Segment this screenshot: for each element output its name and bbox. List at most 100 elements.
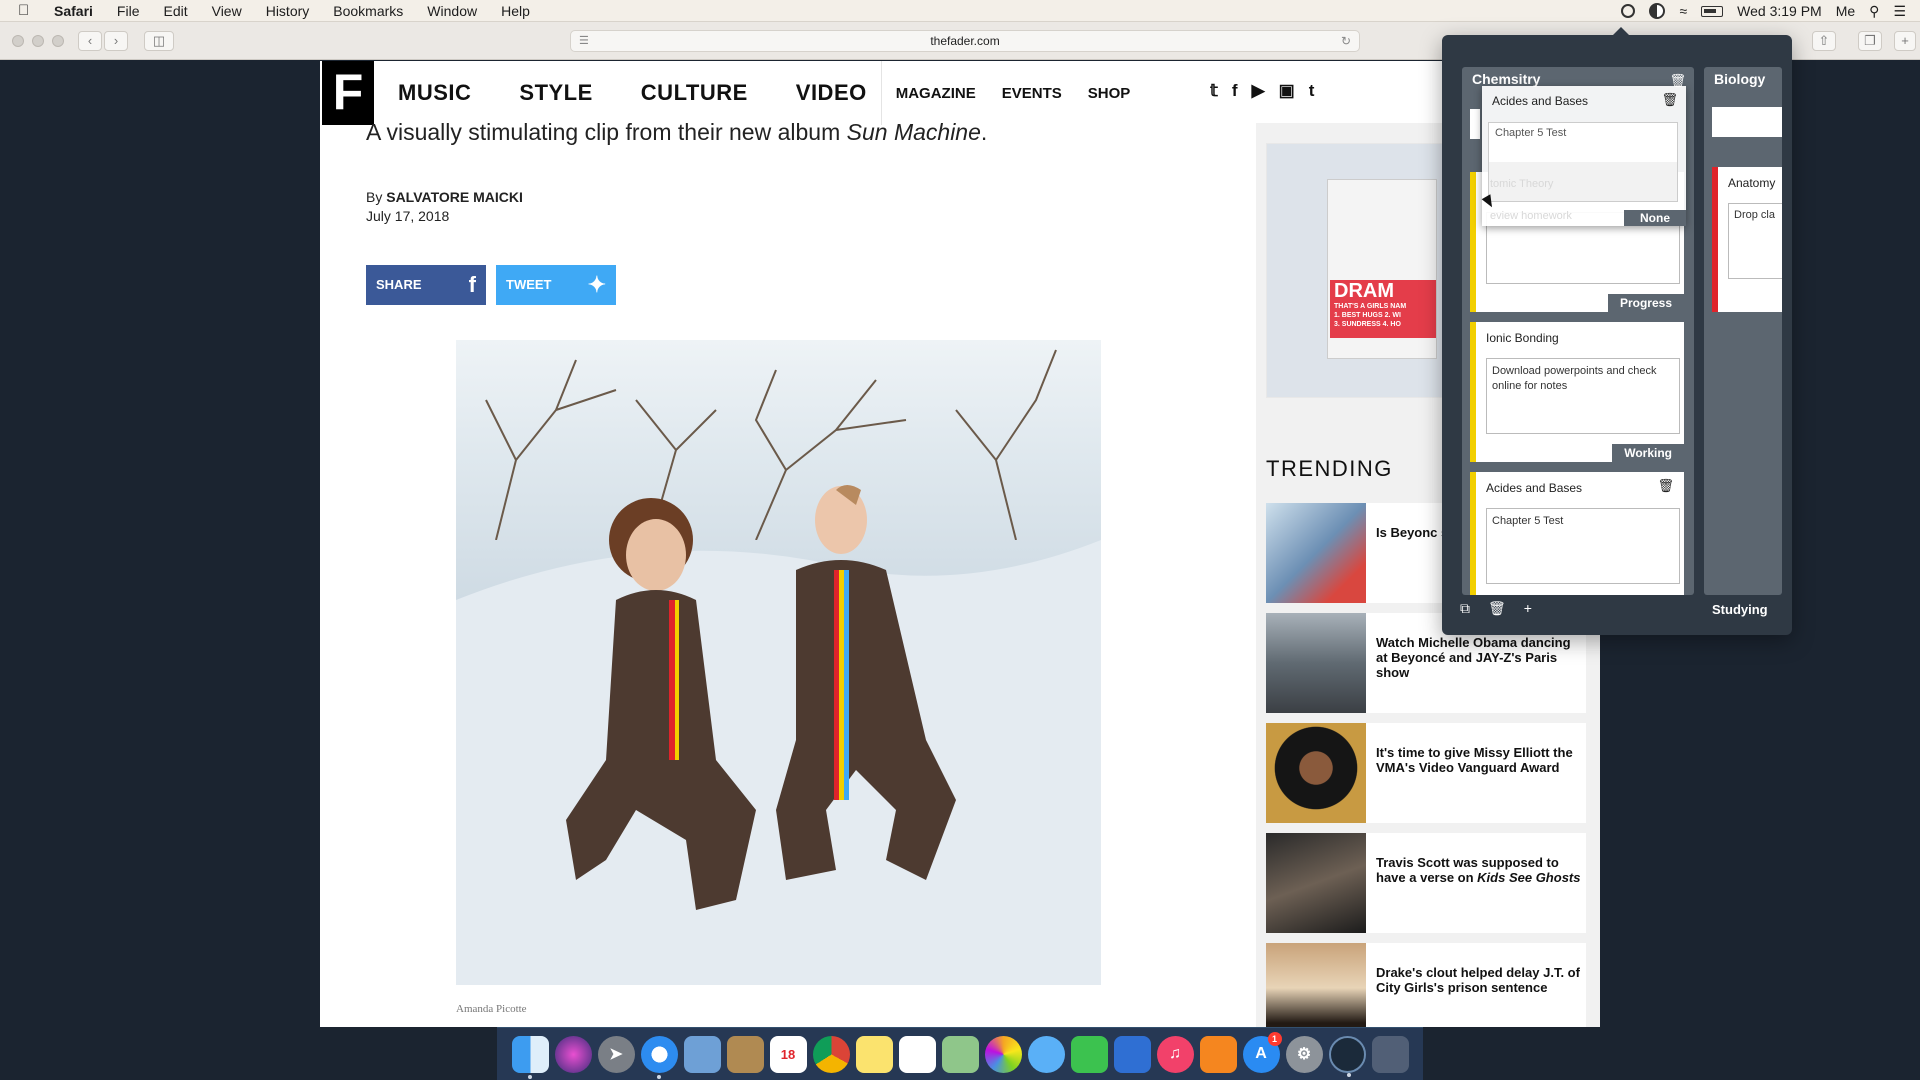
- siri-icon[interactable]: [554, 1035, 592, 1073]
- ad-label: DRAM THAT'S A GIRLS NAM 1. BEST HUGS 2. …: [1330, 280, 1436, 338]
- card-notes[interactable]: Drop cla: [1728, 203, 1782, 279]
- itunes-icon[interactable]: ♫: [1156, 1035, 1194, 1073]
- trash-icon[interactable]: 🗑: [1657, 478, 1674, 494]
- twitter-bird-icon: ✦: [587, 272, 606, 297]
- menu-help[interactable]: Help: [501, 3, 530, 19]
- menu-bookmarks[interactable]: Bookmarks: [333, 3, 403, 19]
- article-deck: A visually stimulating clip from their n…: [366, 119, 987, 146]
- notification-center-icon[interactable]: ☰: [1893, 3, 1906, 20]
- messages-icon[interactable]: [1027, 1035, 1065, 1073]
- card-stub: [1470, 109, 1480, 139]
- status-button[interactable]: None: [1624, 210, 1686, 226]
- photos-icon[interactable]: [984, 1035, 1022, 1073]
- card-notes[interactable]: Download powerpoints and check online fo…: [1486, 358, 1680, 434]
- tabs-overview-icon[interactable]: ❐: [1858, 31, 1882, 51]
- finder-icon[interactable]: [511, 1035, 549, 1079]
- notes-icon[interactable]: [855, 1035, 893, 1073]
- reader-icon[interactable]: ☰: [579, 31, 589, 51]
- trending-item[interactable]: It's time to give Missy Elliott the VMA'…: [1266, 723, 1586, 823]
- task-card[interactable]: Anatomy Drop cla: [1712, 167, 1782, 312]
- maps-icon[interactable]: [941, 1035, 979, 1073]
- site-logo[interactable]: F: [322, 61, 374, 125]
- record-icon[interactable]: [1621, 4, 1636, 18]
- menu-history[interactable]: History: [266, 3, 310, 19]
- user-menu[interactable]: Me: [1836, 3, 1855, 19]
- menu-view[interactable]: View: [212, 3, 242, 19]
- ibooks-icon[interactable]: [1199, 1035, 1237, 1073]
- card-title[interactable]: Ionic Bonding: [1486, 331, 1559, 345]
- nav-style[interactable]: STYLE: [519, 80, 592, 106]
- nav-shop[interactable]: SHOP: [1088, 85, 1131, 102]
- task-card[interactable]: Ionic Bonding Download powerpoints and c…: [1470, 322, 1684, 462]
- nav-culture[interactable]: CULTURE: [641, 80, 748, 106]
- trash-icon[interactable]: [1371, 1035, 1409, 1073]
- nav-music[interactable]: MUSIC: [398, 80, 471, 106]
- numbers-icon[interactable]: [1113, 1035, 1151, 1073]
- new-tab-button[interactable]: +: [1894, 31, 1916, 51]
- nav-video[interactable]: VIDEO: [796, 80, 867, 106]
- tumblr-icon[interactable]: t: [1309, 81, 1315, 101]
- reload-icon[interactable]: ↻: [1341, 31, 1351, 51]
- detach-icon[interactable]: ⧉: [1460, 600, 1470, 617]
- wifi-icon[interactable]: ≈: [1679, 3, 1687, 19]
- trending-item[interactable]: Drake's clout helped delay J.T. of City …: [1266, 943, 1586, 1027]
- preview-icon[interactable]: [683, 1035, 721, 1073]
- dragged-card[interactable]: Acides and Bases 🗑 Chapter 5 Test tomic …: [1482, 86, 1686, 226]
- footer-label[interactable]: Studying: [1712, 602, 1768, 617]
- app-store-icon[interactable]: A1: [1242, 1031, 1282, 1073]
- system-preferences-icon[interactable]: ⚙: [1285, 1035, 1323, 1073]
- clock[interactable]: Wed 3:19 PM: [1737, 3, 1822, 19]
- column-title[interactable]: Chemsitry: [1472, 71, 1540, 87]
- status-button[interactable]: Working: [1612, 444, 1684, 462]
- notefile-icon[interactable]: [726, 1035, 764, 1073]
- card-notes[interactable]: Chapter 5 Test: [1486, 508, 1680, 584]
- add-icon[interactable]: +: [1524, 600, 1532, 617]
- quicktime-icon[interactable]: [1328, 1035, 1366, 1077]
- forward-button[interactable]: ›: [104, 31, 128, 51]
- zoom-window-button[interactable]: [52, 35, 64, 47]
- menu-window[interactable]: Window: [427, 3, 477, 19]
- minimize-window-button[interactable]: [32, 35, 44, 47]
- menu-safari[interactable]: Safari: [54, 3, 93, 19]
- menu-file[interactable]: File: [117, 3, 140, 19]
- back-button[interactable]: ‹: [78, 31, 102, 51]
- planner-menu-icon[interactable]: [1649, 3, 1666, 19]
- trash-icon[interactable]: 🗑: [1661, 92, 1678, 108]
- card-title[interactable]: Anatomy: [1728, 176, 1775, 190]
- twitter-share-button[interactable]: TWEET ✦: [496, 265, 616, 305]
- trending-headline: Travis Scott was supposed to have a vers…: [1376, 855, 1581, 885]
- chrome-icon[interactable]: [812, 1035, 850, 1073]
- status-button[interactable]: Progress: [1607, 294, 1684, 312]
- author-link[interactable]: SALVATORE MAICKI: [386, 189, 523, 205]
- facetime-icon[interactable]: [1070, 1035, 1108, 1073]
- close-window-button[interactable]: [12, 35, 24, 47]
- nav-events[interactable]: EVENTS: [1002, 85, 1062, 102]
- column-title[interactable]: Biology: [1714, 71, 1765, 87]
- launchpad-icon[interactable]: ➤: [597, 1035, 635, 1073]
- twitter-icon[interactable]: 𝕥: [1210, 81, 1218, 101]
- menu-edit[interactable]: Edit: [163, 3, 187, 19]
- reminders-icon[interactable]: [898, 1035, 936, 1073]
- safari-icon[interactable]: [640, 1035, 678, 1079]
- photo-figures: [456, 485, 1101, 985]
- instagram-icon[interactable]: ▣: [1279, 81, 1295, 101]
- facebook-icon[interactable]: f: [1232, 81, 1238, 101]
- facebook-share-button[interactable]: SHARE f: [366, 265, 486, 305]
- ad-line-1: 1. BEST HUGS 2. WI: [1334, 312, 1401, 319]
- trending-headline: Watch Michelle Obama dancing at Beyoncé …: [1376, 635, 1571, 680]
- spotlight-icon[interactable]: ⚲: [1869, 3, 1879, 20]
- trending-item[interactable]: Travis Scott was supposed to have a vers…: [1266, 833, 1586, 933]
- card-title[interactable]: Acides and Bases: [1486, 481, 1582, 495]
- sidebar-toggle-button[interactable]: ◫: [144, 31, 174, 51]
- nav-magazine[interactable]: MAGAZINE: [896, 85, 976, 102]
- youtube-icon[interactable]: ▶: [1252, 81, 1265, 101]
- task-card[interactable]: Acides and Bases 🗑 Chapter 5 Test: [1470, 472, 1684, 595]
- address-bar[interactable]: ☰ thefader.com ↻: [570, 30, 1360, 52]
- trash-icon[interactable]: 🗑: [1488, 600, 1506, 617]
- card-notes[interactable]: Chapter 5 Test: [1488, 122, 1678, 202]
- column-input[interactable]: [1712, 107, 1782, 137]
- share-icon[interactable]: ⇧: [1812, 31, 1836, 51]
- apple-icon[interactable]: : [18, 2, 38, 19]
- battery-icon[interactable]: [1701, 5, 1724, 17]
- calendar-icon[interactable]: 18: [769, 1035, 807, 1073]
